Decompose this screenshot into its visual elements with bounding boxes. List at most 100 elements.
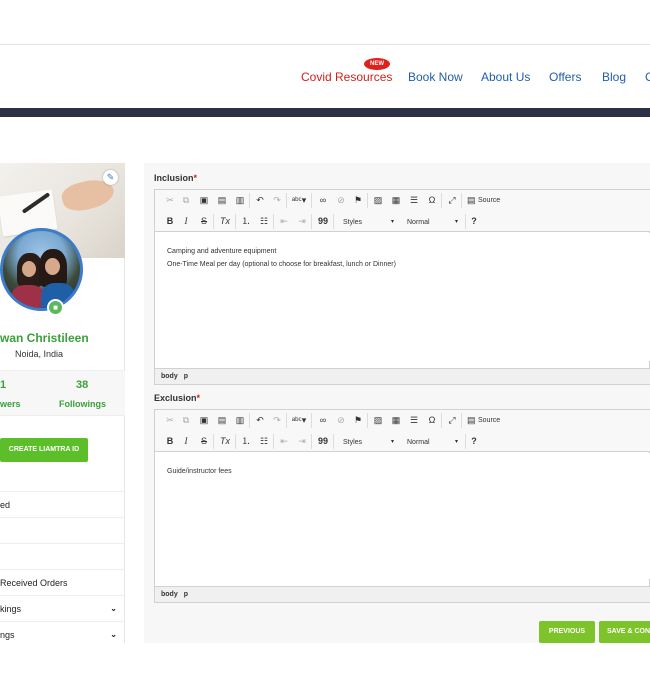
nav-offers[interactable]: Offers: [549, 70, 581, 84]
chevron-down-icon[interactable]: ⌄: [110, 596, 117, 622]
remove-format-button[interactable]: Tx: [219, 435, 231, 448]
unlink-icon[interactable]: ⊘: [335, 414, 347, 427]
toolbar-separator: [465, 434, 466, 449]
source-icon[interactable]: ▤: [467, 194, 476, 207]
editor-paragraph: Guide/instructor fees: [167, 468, 232, 475]
cut-icon[interactable]: ✂: [165, 194, 175, 207]
edit-cover-icon[interactable]: ✎: [103, 170, 118, 185]
image-icon[interactable]: ▨: [373, 414, 383, 427]
source-button[interactable]: Source: [478, 414, 508, 427]
redo-icon[interactable]: ↷: [272, 414, 282, 427]
save-continue-button[interactable]: SAVE & CONTINUE: [599, 621, 650, 643]
outdent-icon[interactable]: ⇤: [279, 215, 289, 228]
path-element-body[interactable]: body: [161, 591, 178, 598]
horizontal-line-icon[interactable]: ☰: [409, 414, 419, 427]
path-element-p[interactable]: p: [184, 591, 188, 598]
source-icon[interactable]: ▤: [467, 414, 476, 427]
indent-icon[interactable]: ⇥: [297, 215, 307, 228]
link-icon[interactable]: ∞: [317, 414, 329, 427]
unlink-icon[interactable]: ⊘: [335, 194, 347, 207]
link-icon[interactable]: ∞: [317, 194, 329, 207]
paste-text-icon[interactable]: ▤: [217, 194, 227, 207]
side-menu-label: kings: [0, 604, 22, 614]
camera-icon[interactable]: ■: [47, 299, 64, 316]
bold-button[interactable]: B: [165, 435, 175, 448]
help-button[interactable]: ?: [469, 215, 479, 228]
nav-covid-resources[interactable]: Covid Resources: [301, 70, 392, 84]
exclusion-text-area[interactable]: Guide/instructor fees: [155, 453, 650, 579]
path-element-p[interactable]: p: [184, 373, 188, 380]
paste-word-icon[interactable]: ▥: [235, 194, 245, 207]
numbered-list-icon[interactable]: ⒈: [241, 435, 251, 448]
table-icon[interactable]: ▦: [391, 414, 401, 427]
paste-icon[interactable]: ▣: [199, 414, 209, 427]
redo-icon[interactable]: ↷: [272, 194, 282, 207]
indent-icon[interactable]: ⇥: [297, 435, 307, 448]
undo-icon[interactable]: ↶: [255, 414, 265, 427]
side-menu: ed Received Orders kings ⌄ ngs ⌄: [0, 491, 125, 647]
maximize-icon[interactable]: ⤢: [447, 194, 457, 207]
horizontal-line-icon[interactable]: ☰: [409, 194, 419, 207]
side-menu-item-received-orders[interactable]: Received Orders: [0, 569, 125, 595]
blockquote-button[interactable]: 99: [317, 435, 329, 448]
side-menu-item[interactable]: [0, 543, 125, 569]
bold-button[interactable]: B: [165, 215, 175, 228]
italic-button[interactable]: I: [181, 215, 191, 228]
styles-dropdown[interactable]: Styles ▾: [339, 214, 397, 229]
undo-icon[interactable]: ↶: [255, 194, 265, 207]
source-button[interactable]: Source: [478, 194, 508, 207]
anchor-flag-icon[interactable]: ⚑: [353, 414, 363, 427]
strikethrough-button[interactable]: S: [199, 435, 209, 448]
previous-button[interactable]: PREVIOUS: [539, 621, 595, 643]
styles-dropdown[interactable]: Styles ▾: [339, 434, 397, 449]
editor-path-bar: body p: [155, 586, 650, 602]
italic-button[interactable]: I: [181, 435, 191, 448]
paste-text-icon[interactable]: ▤: [217, 414, 227, 427]
bulleted-list-icon[interactable]: ☷: [259, 215, 269, 228]
inclusion-label-text: Inclusion: [154, 173, 194, 183]
copy-icon[interactable]: ⧉: [181, 414, 191, 427]
omega-icon[interactable]: Ω: [427, 194, 437, 207]
inclusion-editor: ✂ ⧉ ▣ ▤ ▥ ↶ ↷ ᵃᵇᶜ▾ ∞ ⊘ ⚑ ▨ ▦ ☰ Ω ⤢ ▤ Sou…: [154, 189, 650, 385]
image-icon[interactable]: ▨: [373, 194, 383, 207]
path-element-body[interactable]: body: [161, 373, 178, 380]
maximize-icon[interactable]: ⤢: [447, 414, 457, 427]
inclusion-text-area[interactable]: Camping and adventure equipment One-Time…: [155, 233, 650, 361]
side-menu-item[interactable]: [0, 517, 125, 543]
create-liamtra-id-button[interactable]: CREATE LIAMTRA ID: [0, 438, 88, 462]
nav-about-us[interactable]: About Us: [481, 70, 530, 84]
help-button[interactable]: ?: [469, 435, 479, 448]
format-dropdown[interactable]: Normal ▾: [403, 434, 461, 449]
anchor-flag-icon[interactable]: ⚑: [353, 194, 363, 207]
side-menu-item-bookings[interactable]: kings ⌄: [0, 595, 125, 621]
main-navbar: Covid Resources Book Now About Us Offers…: [0, 46, 650, 108]
toolbar-separator: [235, 214, 236, 229]
followers-count[interactable]: 1: [0, 379, 6, 391]
table-icon[interactable]: ▦: [391, 194, 401, 207]
nav-blog[interactable]: Blog: [602, 70, 626, 84]
numbered-list-icon[interactable]: ⒈: [241, 215, 251, 228]
bulleted-list-icon[interactable]: ☷: [259, 435, 269, 448]
spellcheck-icon[interactable]: ᵃᵇᶜ▾: [291, 414, 307, 427]
spellcheck-icon[interactable]: ᵃᵇᶜ▾: [291, 194, 307, 207]
nav-contact[interactable]: C: [645, 70, 650, 84]
profile-location: Noida, India: [15, 349, 64, 359]
strikethrough-button[interactable]: S: [199, 215, 209, 228]
remove-format-button[interactable]: Tx: [219, 215, 231, 228]
side-menu-item[interactable]: ed: [0, 491, 125, 517]
format-dropdown[interactable]: Normal ▾: [403, 214, 461, 229]
paste-word-icon[interactable]: ▥: [235, 414, 245, 427]
followings-label[interactable]: Followings: [59, 399, 106, 409]
copy-icon[interactable]: ⧉: [181, 194, 191, 207]
blockquote-button[interactable]: 99: [317, 215, 329, 228]
main-form-panel: Inclusion* ✂ ⧉ ▣ ▤ ▥ ↶ ↷ ᵃᵇᶜ▾ ∞ ⊘ ⚑ ▨ ▦ …: [144, 163, 650, 643]
chevron-down-icon: ▾: [454, 439, 458, 445]
omega-icon[interactable]: Ω: [427, 414, 437, 427]
toolbar-separator: [441, 193, 442, 208]
cut-icon[interactable]: ✂: [165, 414, 175, 427]
followers-label[interactable]: wers: [0, 399, 21, 409]
followings-count[interactable]: 38: [76, 379, 88, 391]
paste-icon[interactable]: ▣: [199, 194, 209, 207]
outdent-icon[interactable]: ⇤: [279, 435, 289, 448]
nav-book-now[interactable]: Book Now: [408, 70, 463, 84]
